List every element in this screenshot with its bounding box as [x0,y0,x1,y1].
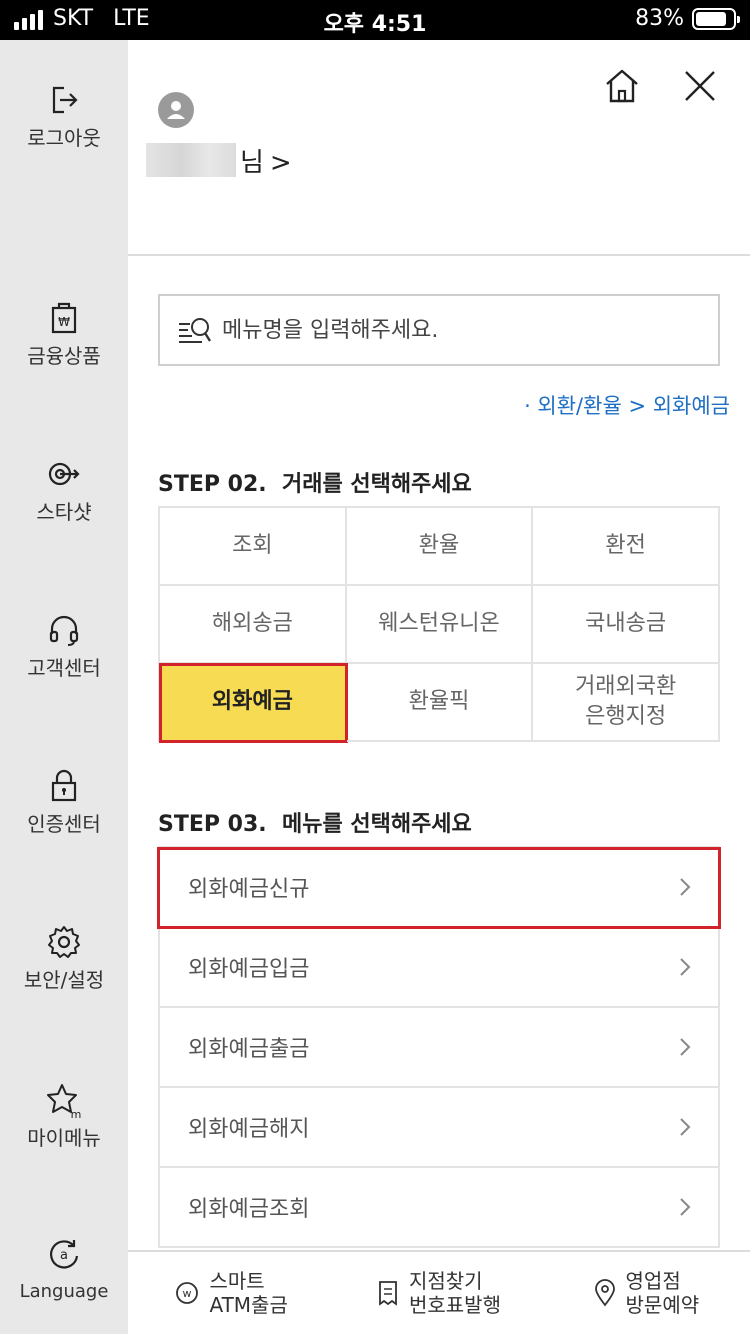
sidebar-item-label: 로그아웃 [27,126,101,150]
sidebar-item-label: 스타샷 [36,500,92,524]
branch-finder-button[interactable]: 지점찾기 번호표발행 [335,1252,542,1334]
home-icon[interactable] [602,66,642,106]
menu-list: 외화예금신규 외화예금입금 외화예금출금 외화예금해지 외화예금조회 [157,846,721,1248]
step2-heading: STEP 02. 거래를 선택해주세요 [158,466,472,498]
list-item-label: 외화예금입금 [188,957,310,982]
sidebar-item-label: 보안/설정 [23,968,105,992]
battery-icon [692,7,740,30]
location-pin-icon [594,1279,615,1307]
transaction-option-currency-exchange[interactable]: 환전 [533,508,720,586]
sidebar-item-language[interactable]: a Language [0,1234,128,1304]
bottom-bar-label: ATM출금 [209,1293,288,1317]
step2-number: STEP 02. [158,472,267,497]
header-divider [128,254,750,256]
ticket-icon [379,1281,397,1306]
user-icon [167,101,185,119]
sidebar-item-my-menu[interactable]: m 마이메뉴 [0,1080,128,1150]
search-box[interactable] [158,294,720,366]
search-icon [179,318,212,343]
bottom-bar-label: 스마트 [209,1269,265,1293]
chevron-right-icon [680,1198,691,1216]
smart-atm-button[interactable]: w 스마트 ATM출금 [128,1252,335,1334]
chevron-right-icon [680,958,691,976]
step2-subtitle: 거래를 선택해주세요 [281,472,472,497]
branch-visit-reservation-button[interactable]: 영업점 방문예약 [543,1252,750,1334]
sidebar-item-label: Language [19,1281,109,1302]
search-input[interactable] [222,317,702,343]
transaction-option-foreign-deposit[interactable]: 외화예금 [159,663,348,743]
list-item-label: 외화예금신규 [188,877,310,902]
step3-heading: STEP 03. 메뉴를 선택해주세요 [158,806,472,838]
chevron-right-icon [680,878,691,896]
language-icon: a [50,1240,79,1269]
transaction-option-exchange-rate[interactable]: 환율 [346,508,534,586]
chevron-right-icon [680,1038,691,1056]
chevron-right-icon: > [269,147,292,178]
svg-text:w: w [183,1287,192,1300]
sidebar-item-label: 마이메뉴 [27,1126,101,1150]
sidebar-item-auth-center[interactable]: 인증센터 [0,766,128,836]
list-item[interactable]: 외화예금조회 [158,1168,720,1248]
bottom-bar: w 스마트 ATM출금 지점찾기 번호표발행 영업점 방문예약 [128,1250,750,1334]
sidebar-item-security-settings[interactable]: 보안/설정 [0,922,128,992]
list-item-label: 외화예금조회 [188,1197,310,1222]
star-m-icon: m [47,1084,82,1120]
list-item[interactable]: 외화예금출금 [158,1008,720,1088]
bag-won-icon: ₩ [51,302,77,334]
sidebar-item-logout[interactable]: 로그아웃 [0,80,128,150]
close-icon[interactable] [680,66,720,106]
svg-text:a: a [60,1248,68,1263]
breadcrumb[interactable]: · 외환/환율 > 외화예금 [524,390,730,420]
user-profile-link[interactable]: 님 > [146,140,292,180]
list-item-label: 외화예금출금 [188,1037,310,1062]
transaction-option-western-union[interactable]: 웨스턴유니온 [346,586,534,664]
svg-text:m: m [71,1108,82,1120]
main-panel: 님> · 외환/환율 > 외화예금 STEP 02. 거래를 선택해주세요 조회… [128,40,750,1334]
status-bar: SKT LTE 오후 4:51 83% [0,0,750,40]
sidebar-item-starshot[interactable]: 스타샷 [0,454,128,524]
won-circle-icon: w [176,1282,199,1304]
list-item[interactable]: 외화예금입금 [158,928,720,1008]
logout-icon [52,86,78,114]
sidebar-item-label: 인증센터 [27,812,101,836]
transaction-grid: 조회 환율 환전 해외송금 웨스턴유니온 국내송금 외화예금 환율픽 거래외국환… [158,506,720,743]
sidebar-item-label: 금융상품 [27,344,101,368]
user-name-suffix: 님 [240,147,264,178]
transaction-option-designate-bank[interactable]: 거래외국환 은행지정 [533,664,720,742]
list-item[interactable]: 외화예금신규 [157,847,721,929]
target-arrow-icon [48,462,80,486]
gear-icon [48,926,80,958]
blurred-user-name [146,143,236,177]
step3-number: STEP 03. [158,812,267,837]
chevron-right-icon [680,1118,691,1136]
transaction-option-inquiry[interactable]: 조회 [160,508,347,586]
step3-subtitle: 메뉴를 선택해주세요 [281,812,472,837]
list-item-label: 외화예금해지 [188,1117,310,1142]
transaction-option-overseas-remittance[interactable]: 해외송금 [160,586,347,664]
sidebar: 로그아웃 ₩ 금융상품 스타샷 고객센터 인증센터 보안/설정 m 마이메뉴 a… [0,40,128,1334]
avatar [158,92,194,128]
transaction-option-domestic-remittance[interactable]: 국내송금 [533,586,720,664]
transaction-option-rate-pick[interactable]: 환율픽 [346,664,534,742]
sidebar-item-financial-products[interactable]: ₩ 금융상품 [0,298,128,368]
lock-icon [51,769,77,802]
bottom-bar-label: 영업점 [625,1269,681,1293]
sidebar-item-customer-center[interactable]: 고객센터 [0,610,128,680]
headset-icon [49,615,79,646]
list-item[interactable]: 외화예금해지 [158,1088,720,1168]
bottom-bar-label: 번호표발행 [408,1293,501,1317]
svg-text:₩: ₩ [58,315,70,329]
battery-percent: 83% [635,6,684,31]
sidebar-item-label: 고객센터 [27,656,101,680]
bottom-bar-label: 방문예약 [625,1293,700,1317]
bottom-bar-label: 지점찾기 [408,1269,483,1293]
